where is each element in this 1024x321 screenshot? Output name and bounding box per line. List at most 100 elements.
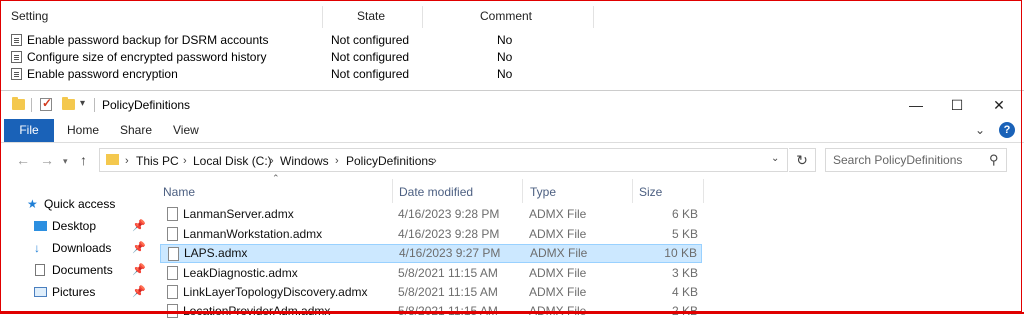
file-size: 6 KB [671, 207, 698, 221]
policy-setting-icon [11, 68, 22, 80]
column-header-comment[interactable]: Comment [480, 6, 532, 26]
file-date: 4/16/2023 9:28 PM [398, 207, 500, 221]
refresh-icon[interactable]: ↻ [789, 148, 816, 172]
nav-label: Documents [52, 263, 113, 277]
column-divider[interactable] [632, 179, 633, 203]
file-type: ADMX File [529, 266, 587, 280]
tab-file[interactable]: File [4, 119, 54, 142]
file-name: LanmanServer.admx [183, 207, 294, 221]
column-header-setting[interactable]: Setting [11, 6, 48, 26]
pin-icon[interactable]: 📌 [132, 216, 146, 236]
file-icon [167, 266, 178, 280]
customize-quick-access-icon[interactable]: ▾ [80, 98, 85, 109]
recent-locations-icon[interactable]: ▾ [63, 156, 68, 167]
column-header-size[interactable]: Size [639, 182, 662, 202]
column-divider[interactable] [703, 179, 704, 203]
nav-label: Desktop [52, 219, 97, 233]
column-divider [593, 6, 594, 28]
nav-label: Downloads [52, 241, 112, 255]
forward-arrow-icon[interactable]: → [40, 152, 54, 168]
policy-row[interactable]: Configure size of encrypted password his… [0, 49, 600, 66]
breadcrumb-policydefinitions[interactable]: PolicyDefinitions [346, 153, 434, 169]
title-bar[interactable]: ▾ PolicyDefinitions — ☐ ✕ [0, 91, 1024, 119]
pin-icon[interactable]: 📌 [132, 260, 146, 280]
back-arrow-icon[interactable]: ← [16, 152, 30, 168]
expand-ribbon-icon[interactable]: ⌄ [975, 123, 985, 137]
gpo-settings-list: Setting State Comment Enable password ba… [0, 0, 1024, 95]
policy-state: Not configured [331, 33, 410, 47]
nav-item-pictures[interactable]: Pictures 📌 [0, 282, 150, 302]
minimize-button[interactable]: — [894, 91, 938, 119]
new-folder-icon[interactable] [62, 97, 75, 110]
file-icon [167, 304, 178, 318]
search-icon: ⚲ [989, 152, 999, 167]
column-header-type[interactable]: Type [530, 182, 556, 202]
search-input[interactable]: Search PolicyDefinitions ⚲ [825, 148, 1007, 172]
file-type: ADMX File [530, 246, 588, 260]
breadcrumb-separator: › [433, 155, 437, 167]
file-icon [167, 207, 178, 221]
properties-icon[interactable] [40, 96, 52, 111]
tab-share[interactable]: Share [120, 119, 152, 142]
file-size: 4 KB [671, 285, 698, 299]
toolbar-divider [31, 98, 32, 112]
file-size: 10 KB [664, 246, 697, 260]
policy-comment: No [497, 50, 513, 64]
file-icon [167, 227, 178, 241]
star-icon: ★ [27, 197, 38, 211]
toolbar-divider [94, 98, 95, 112]
file-icon [168, 247, 179, 261]
tab-home[interactable]: Home [67, 119, 99, 142]
maximize-button[interactable]: ☐ [935, 91, 979, 119]
file-type: ADMX File [529, 207, 587, 221]
file-type: ADMX File [529, 285, 587, 299]
policy-row[interactable]: Enable password encryption Not configure… [0, 66, 600, 83]
column-divider[interactable] [522, 179, 523, 203]
nav-item-documents[interactable]: Documents 📌 [0, 260, 150, 280]
breadcrumb-separator: › [125, 155, 129, 167]
nav-item-downloads[interactable]: ↓ Downloads 📌 [0, 238, 150, 258]
policy-setting-icon [11, 51, 22, 63]
file-row[interactable]: LanmanServer.admx 4/16/2023 9:28 PM ADMX… [160, 205, 702, 224]
policy-comment: No [497, 67, 513, 81]
pin-icon[interactable]: 📌 [132, 282, 146, 302]
file-row[interactable]: LeakDiagnostic.admx 5/8/2021 11:15 AM AD… [160, 264, 702, 283]
pin-icon[interactable]: 📌 [132, 238, 146, 258]
nav-item-desktop[interactable]: Desktop 📌 [0, 216, 150, 236]
policy-setting-name: Enable password encryption [27, 67, 178, 81]
file-date: 5/8/2021 11:15 AM [398, 266, 498, 280]
desktop-icon [34, 221, 47, 231]
file-name: LeakDiagnostic.admx [183, 266, 298, 280]
address-bar[interactable]: › This PC › Local Disk (C:) › Windows › … [99, 148, 788, 172]
address-dropdown-icon[interactable]: ⌄ [771, 153, 779, 164]
column-header-name[interactable]: Name [163, 182, 195, 202]
breadcrumb-this-pc[interactable]: This PC [136, 153, 179, 169]
policy-row[interactable]: Enable password backup for DSRM accounts… [0, 32, 600, 49]
column-header-state[interactable]: State [357, 6, 385, 26]
file-row[interactable]: LanmanWorkstation.admx 4/16/2023 9:28 PM… [160, 225, 702, 244]
address-row: ← → ▾ ↑ › This PC › Local Disk (C:) › Wi… [0, 143, 1024, 177]
nav-label: Quick access [44, 197, 116, 211]
column-divider[interactable] [392, 179, 393, 203]
file-size: 5 KB [671, 227, 698, 241]
tab-view[interactable]: View [173, 119, 199, 142]
breadcrumb-local-disk[interactable]: Local Disk (C:) [193, 153, 272, 169]
column-header-date[interactable]: Date modified [399, 182, 473, 202]
file-date: 4/16/2023 9:27 PM [399, 246, 501, 260]
file-row[interactable]: LinkLayerTopologyDiscovery.admx 5/8/2021… [160, 283, 702, 302]
help-icon[interactable]: ? [999, 122, 1015, 138]
file-size: 3 KB [671, 266, 698, 280]
file-icon [167, 285, 178, 299]
file-explorer-window: ▾ PolicyDefinitions — ☐ ✕ File Home Shar… [0, 90, 1024, 318]
search-placeholder: Search PolicyDefinitions [833, 153, 963, 167]
up-arrow-icon[interactable]: ↑ [80, 152, 87, 168]
navigation-pane: ★ Quick access Desktop 📌 ↓ Downloads 📌 D… [0, 179, 150, 315]
nav-item-quick-access[interactable]: ★ Quick access [0, 194, 150, 214]
nav-label: Pictures [52, 285, 96, 299]
breadcrumb-windows[interactable]: Windows [280, 153, 329, 169]
file-row-selected[interactable]: LAPS.admx 4/16/2023 9:27 PM ADMX File 10… [160, 244, 702, 263]
download-icon: ↓ [34, 241, 40, 255]
folder-icon [12, 97, 25, 110]
close-button[interactable]: ✕ [977, 91, 1021, 119]
file-date: 4/16/2023 9:28 PM [398, 227, 500, 241]
